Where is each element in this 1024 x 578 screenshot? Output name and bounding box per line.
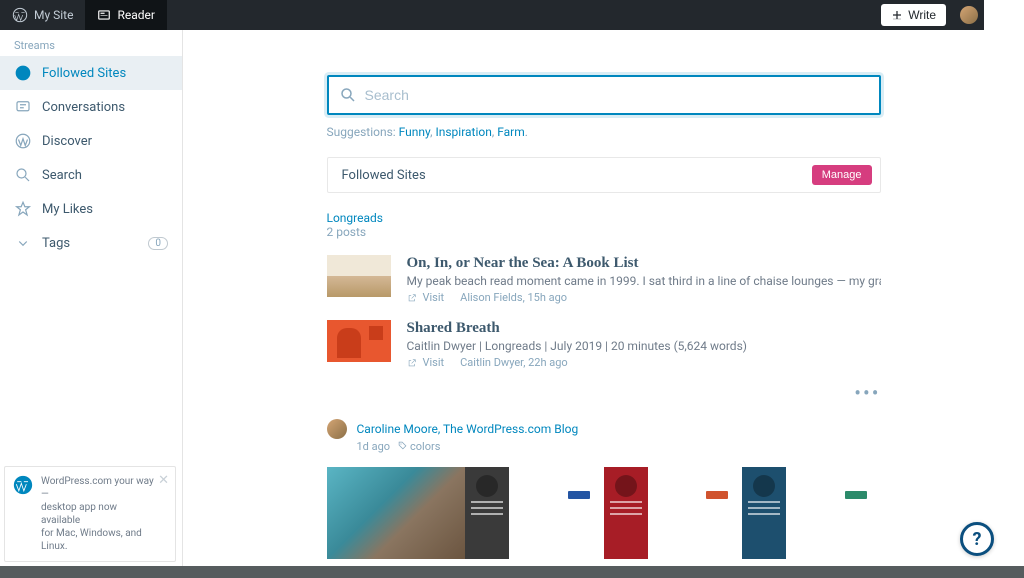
sidebar-label: Search [42,168,82,183]
content-area: Suggestions: Funny, Inspiration, Farm. F… [183,30,1024,578]
post-author-time: Caitlin Dwyer, 22h ago [460,356,568,369]
wordpress-outline-icon [14,132,32,150]
tag-count-badge: 0 [148,237,168,250]
tag-icon [398,441,407,450]
site-link[interactable]: Longreads [327,211,881,225]
search-box[interactable] [327,75,881,115]
suggestion-link[interactable]: Inspiration [435,125,491,139]
visit-link[interactable]: Visit [423,356,445,369]
topbar-my-site[interactable]: My Site [0,0,85,30]
user-avatar[interactable] [960,6,978,24]
post-excerpt: My peak beach read moment came in 1999. … [407,274,881,288]
sidebar-item-discover[interactable]: Discover [0,124,182,158]
write-label: Write [908,8,936,22]
post-thumbnail [327,320,391,362]
search-icon [339,86,357,104]
topbar-reader[interactable]: Reader [85,0,166,30]
followed-sites-card: Followed Sites Manage [327,157,881,193]
more-options-icon[interactable]: ••• [327,381,881,405]
write-button[interactable]: Write [881,4,946,26]
sidebar-label: My Likes [42,202,93,217]
suggestion-link[interactable]: Funny [399,125,430,139]
visit-link[interactable]: Visit [423,291,445,304]
search-input[interactable] [365,87,869,103]
post-row[interactable]: Shared Breath Caitlin Dwyer | Longreads … [327,320,881,369]
sidebar-item-conversations[interactable]: Conversations [0,90,182,124]
blog-tag[interactable]: colors [410,440,440,453]
sidebar-header: Streams [0,30,182,56]
star-icon [14,200,32,218]
sidebar-item-likes[interactable]: My Likes [0,192,182,226]
bottom-bar [0,566,1024,578]
post-count: 2 posts [327,225,881,239]
blog-time: 1d ago [357,440,391,453]
sidebar-item-tags[interactable]: Tags 0 [0,226,182,260]
desktop-app-promo: WordPress.com your way — desktop app now… [4,466,176,562]
post-author-time: Alison Fields, 15h ago [460,291,567,304]
write-icon [891,9,903,21]
sidebar-label: Conversations [42,100,125,115]
sidebar-label: Followed Sites [42,66,126,81]
sidebar-item-search[interactable]: Search [0,158,182,192]
external-link-icon [407,293,417,303]
followed-title: Followed Sites [342,168,426,183]
search-suggestions: Suggestions: Funny, Inspiration, Farm. [327,125,881,139]
post-excerpt: Caitlin Dwyer | Longreads | July 2019 | … [407,339,881,353]
check-circle-icon [14,64,32,82]
manage-button[interactable]: Manage [812,165,872,185]
close-icon[interactable]: ✕ [158,473,169,490]
search-icon [14,166,32,184]
sidebar-label: Tags [42,236,70,251]
post-row[interactable]: On, In, or Near the Sea: A Book List My … [327,255,881,304]
blog-feature-image [327,467,881,559]
my-site-label: My Site [34,8,73,22]
sidebar-label: Discover [42,134,92,149]
blog-post: Caroline Moore, The WordPress.com Blog 1… [327,419,881,578]
post-title: Shared Breath [407,320,881,337]
topbar: My Site Reader Write [0,0,1024,30]
reader-icon [97,8,111,22]
suggestion-link[interactable]: Farm [497,125,525,139]
wordpress-icon [13,475,33,495]
author-avatar[interactable] [327,419,347,439]
external-link-icon [407,358,417,368]
help-button[interactable]: ? [960,522,994,556]
reader-label: Reader [117,8,154,22]
chat-icon [14,98,32,116]
author-link[interactable]: Caroline Moore, The WordPress.com Blog [357,422,579,436]
sidebar-item-followed[interactable]: Followed Sites [0,56,182,90]
post-thumbnail [327,255,391,297]
wordpress-icon [12,7,28,23]
chevron-down-icon [14,234,32,252]
post-title: On, In, or Near the Sea: A Book List [407,255,881,272]
